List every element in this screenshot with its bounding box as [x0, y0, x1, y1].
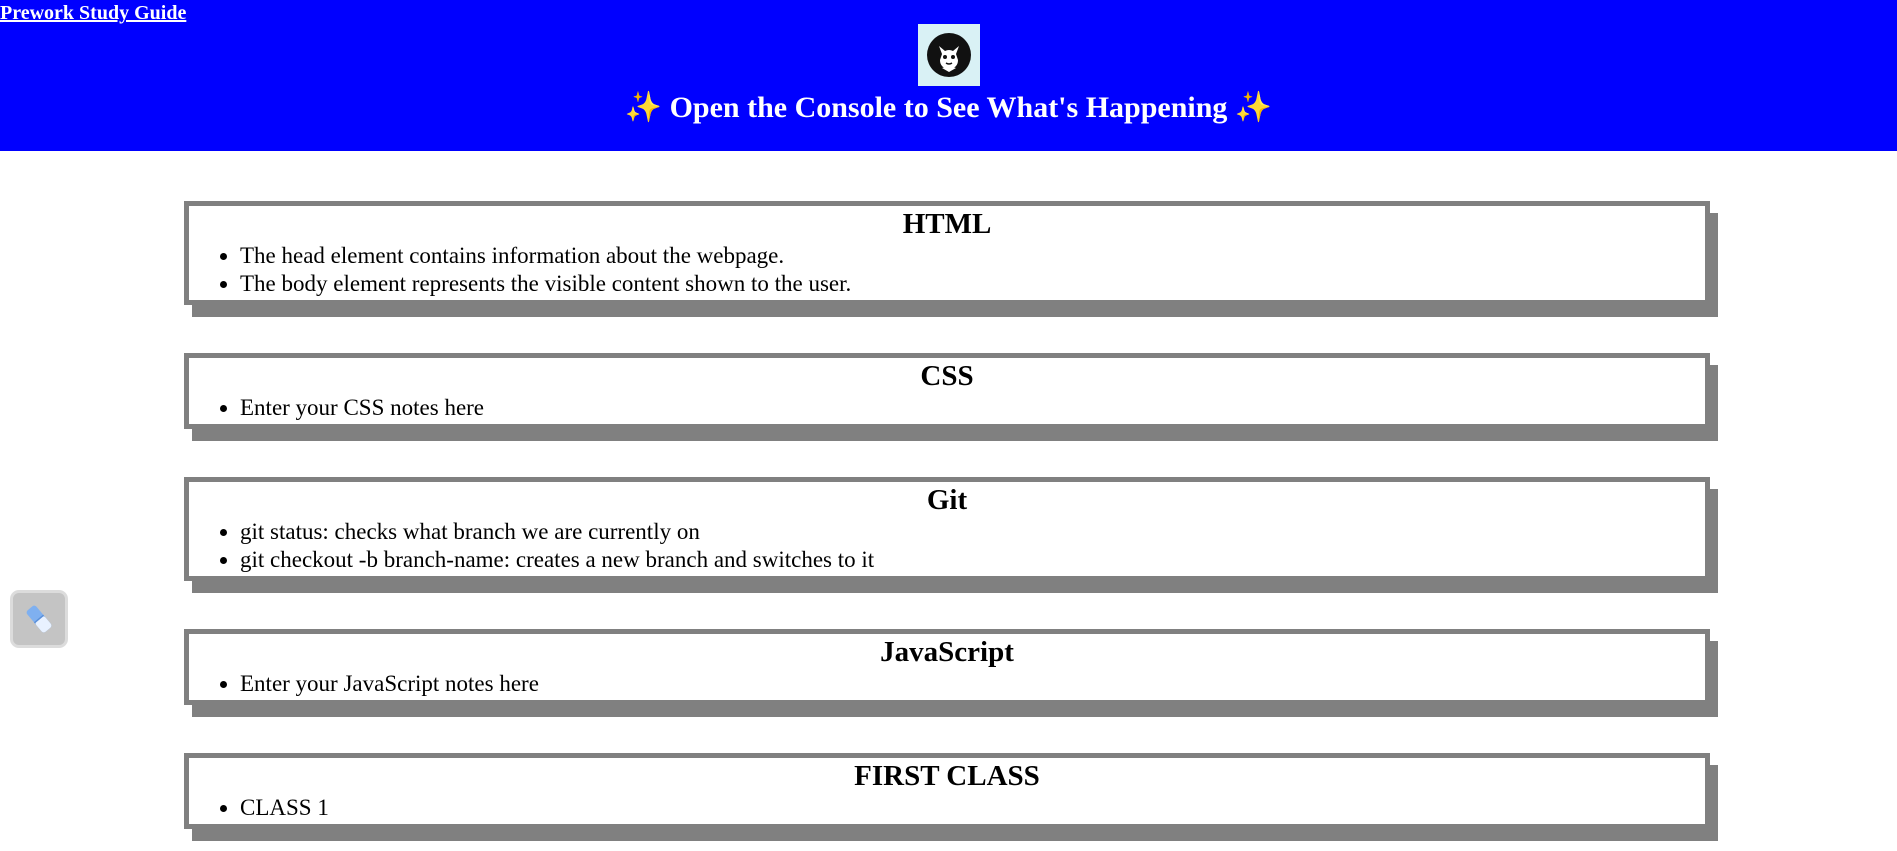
brand-link[interactable]: Prework Study Guide: [0, 1, 186, 25]
list-item: The head element contains information ab…: [240, 242, 1705, 270]
list-item: Enter your CSS notes here: [240, 394, 1705, 422]
card-list: CLASS 1: [189, 794, 1705, 822]
floating-widget-button[interactable]: [10, 590, 68, 648]
card-list: The head element contains information ab…: [189, 242, 1705, 298]
card-css: CSS Enter your CSS notes here: [184, 353, 1710, 429]
card-heading: HTML: [902, 208, 992, 240]
card-git: Git git status: checks what branch we ar…: [184, 477, 1710, 581]
card-list: git status: checks what branch we are cu…: [189, 518, 1705, 574]
card-list: Enter your JavaScript notes here: [189, 670, 1705, 698]
sparkle-icon: ✨: [624, 91, 663, 124]
list-item: CLASS 1: [240, 794, 1705, 822]
logo: [918, 24, 980, 86]
card-javascript: JavaScript Enter your JavaScript notes h…: [184, 629, 1710, 705]
page-header: Prework Study Guide ✨ Open the Console t…: [0, 0, 1897, 151]
card-heading: CSS: [920, 360, 974, 392]
list-item: The body element represents the visible …: [240, 270, 1705, 298]
eraser-icon: [26, 605, 52, 633]
page-title: ✨ Open the Console to See What's Happeni…: [0, 88, 1897, 128]
list-item: Enter your JavaScript notes here: [240, 670, 1705, 698]
card-list: Enter your CSS notes here: [189, 394, 1705, 422]
list-item: git checkout -b branch-name: creates a n…: [240, 546, 1705, 574]
sparkle-icon: ✨: [1234, 91, 1273, 124]
card-heading: Git: [926, 484, 968, 516]
card-heading: FIRST CLASS: [854, 760, 1040, 792]
page-title-text: Open the Console to See What's Happening: [669, 91, 1228, 124]
list-item: git status: checks what branch we are cu…: [240, 518, 1705, 546]
card-html: HTML The head element contains informati…: [184, 201, 1710, 305]
cat-avatar-icon: [927, 33, 971, 77]
card-first-class: FIRST CLASS CLASS 1: [184, 753, 1710, 829]
card-heading: JavaScript: [880, 636, 1014, 668]
